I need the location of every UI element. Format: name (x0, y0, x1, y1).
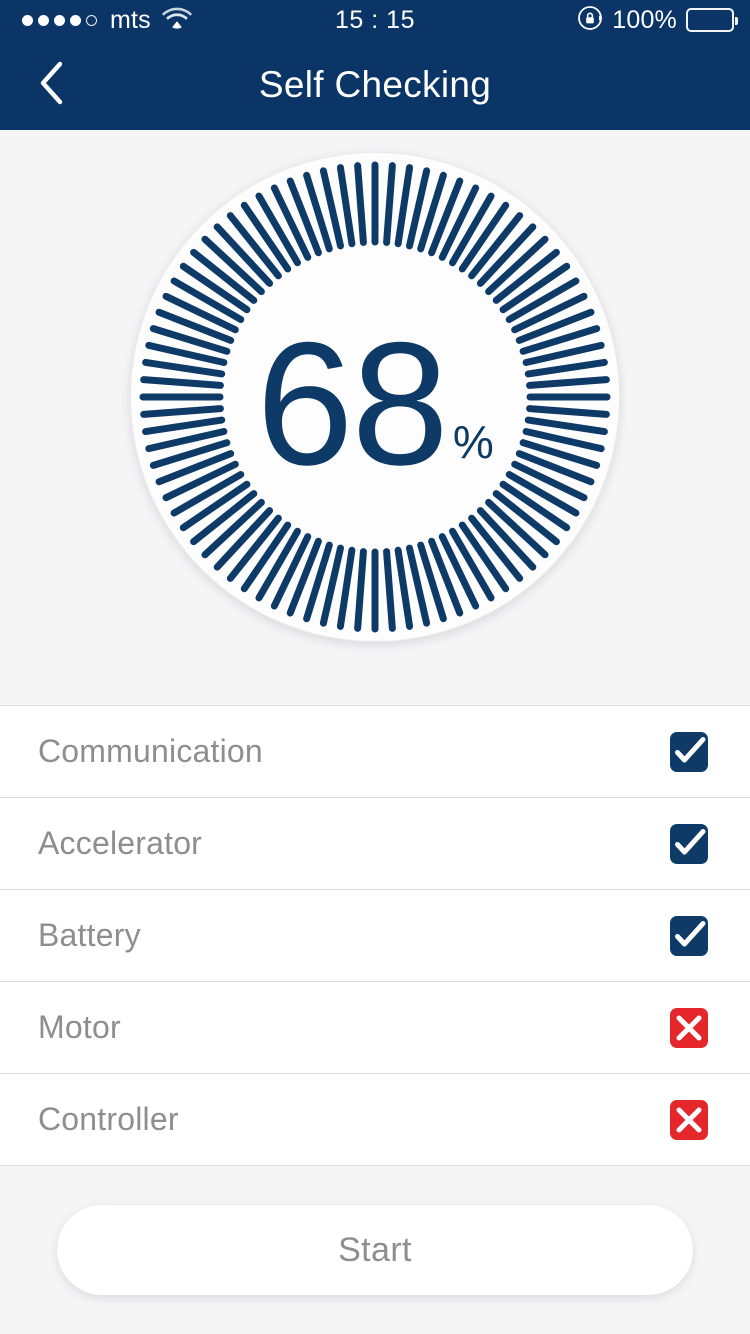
check-row-communication[interactable]: Communication (0, 706, 750, 798)
start-button[interactable]: Start (57, 1205, 693, 1295)
gauge-unit: % (452, 416, 494, 468)
check-icon[interactable] (670, 915, 708, 956)
signal-dot-3 (54, 14, 65, 26)
status-bar-left: mts (0, 6, 250, 35)
app-screen: mts 15 : 15 100% Self Checking 68 % Comm… (0, 0, 750, 1334)
nav-bar: Self Checking (0, 40, 750, 130)
gauge-readout: 68 % (256, 307, 494, 502)
signal-dot-2 (38, 14, 49, 26)
signal-strength-icon (22, 14, 97, 26)
check-icon[interactable] (670, 731, 708, 772)
check-row-controller[interactable]: Controller (0, 1074, 750, 1166)
progress-gauge: 68 % (130, 152, 620, 642)
status-bar-clock: 15 : 15 (335, 5, 415, 34)
signal-dot-1 (22, 14, 33, 26)
cross-icon[interactable] (670, 1099, 708, 1140)
gauge-value: 68 (256, 307, 449, 502)
check-row-label: Accelerator (38, 825, 203, 861)
signal-dot-4 (70, 14, 81, 26)
check-row-label: Motor (38, 1009, 121, 1045)
rotation-lock-icon (577, 5, 603, 36)
wifi-icon (161, 6, 192, 34)
cross-icon[interactable] (670, 1007, 708, 1048)
footer: Start (0, 1166, 750, 1334)
page-title: Self Checking (258, 64, 492, 105)
check-row-label: Communication (38, 733, 263, 769)
carrier-label: mts (110, 5, 151, 34)
check-row-battery[interactable]: Battery (0, 890, 750, 982)
status-bar: mts 15 : 15 100% (0, 0, 750, 40)
gauge-center: 68 % (130, 152, 620, 642)
check-icon[interactable] (670, 823, 708, 864)
check-list: Communication Accelerator Battery Motor Cont… (0, 705, 750, 1166)
status-bar-right: 100% (500, 5, 750, 36)
check-row-motor[interactable]: Motor (0, 982, 750, 1074)
check-row-accelerator[interactable]: Accelerator (0, 798, 750, 890)
check-row-label: Controller (38, 1101, 179, 1137)
battery-percent-label: 100% (612, 5, 677, 34)
battery-full-icon (686, 8, 738, 32)
signal-dot-5 (86, 14, 97, 26)
check-row-label: Battery (38, 917, 141, 953)
gauge-panel: 68 % (0, 130, 750, 705)
